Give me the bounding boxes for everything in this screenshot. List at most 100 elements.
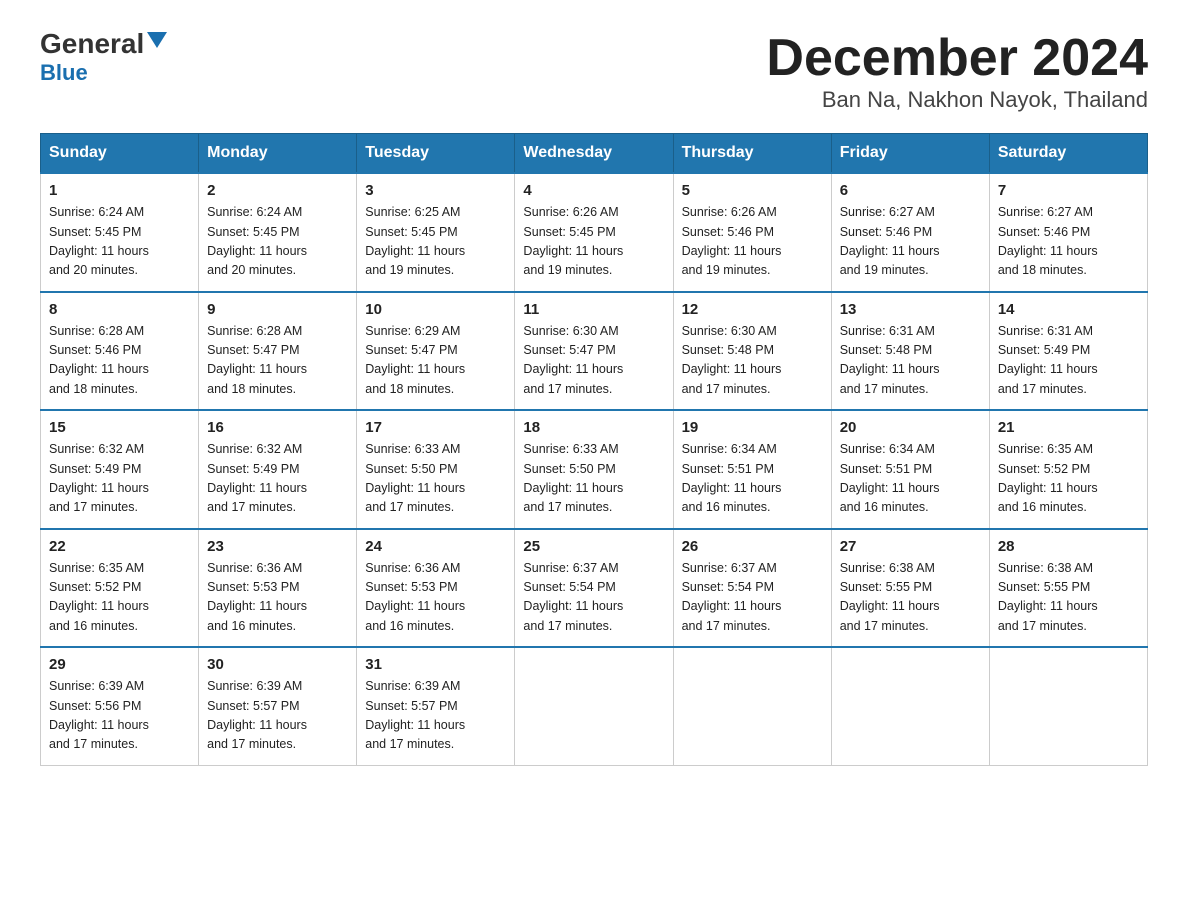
day-number: 26 [682,538,823,555]
page-header: General Blue December 2024 Ban Na, Nakho… [40,30,1148,113]
calendar-cell: 18 Sunrise: 6:33 AMSunset: 5:50 PMDayligh… [515,410,673,529]
day-number: 31 [365,656,506,673]
weekday-header-monday: Monday [199,134,357,174]
week-row-1: 1 Sunrise: 6:24 AMSunset: 5:45 PMDaylight… [41,173,1148,292]
day-number: 19 [682,419,823,436]
logo-general: General [40,30,144,58]
calendar-cell: 21 Sunrise: 6:35 AMSunset: 5:52 PMDayligh… [989,410,1147,529]
day-number: 4 [523,182,664,199]
weekday-header-row: SundayMondayTuesdayWednesdayThursdayFrid… [41,134,1148,174]
calendar-cell: 2Sunrise: 6:24 AMSunset: 5:45 PMDaylight… [199,173,357,292]
day-info: Sunrise: 6:37 AMSunset: 5:54 PMDaylight:… [523,559,664,637]
calendar-cell: 28Sunrise: 6:38 AMSunset: 5:55 PMDayligh… [989,529,1147,648]
day-number: 5 [682,182,823,199]
day-info: Sunrise: 6:34 AMSunset: 5:51 PMDaylight:… [840,440,981,518]
week-row-4: 22Sunrise: 6:35 AMSunset: 5:52 PMDayligh… [41,529,1148,648]
day-number: 27 [840,538,981,555]
day-info: Sunrise: 6:39 AMSunset: 5:57 PMDaylight:… [207,677,348,755]
day-info: Sunrise: 6:27 AMSunset: 5:46 PMDaylight:… [998,203,1139,281]
day-info: Sunrise: 6:30 AMSunset: 5:47 PMDaylight:… [523,322,664,400]
month-title: December 2024 [766,30,1148,87]
day-info: Sunrise: 6:27 AMSunset: 5:46 PMDaylight:… [840,203,981,281]
calendar-cell [673,647,831,765]
calendar-cell: 22Sunrise: 6:35 AMSunset: 5:52 PMDayligh… [41,529,199,648]
calendar-cell: 27 Sunrise: 6:38 AMSunset: 5:55 PMDayligh… [831,529,989,648]
day-number: 14 [998,301,1139,318]
day-info: Sunrise: 6:30 AMSunset: 5:48 PMDaylight:… [682,322,823,400]
logo: General Blue [40,30,167,86]
day-info: Sunrise: 6:34 AMSunset: 5:51 PMDaylight:… [682,440,823,518]
calendar-cell: 26 Sunrise: 6:37 AMSunset: 5:54 PMDayligh… [673,529,831,648]
calendar-cell: 19 Sunrise: 6:34 AMSunset: 5:51 PMDayligh… [673,410,831,529]
day-info: Sunrise: 6:24 AMSunset: 5:45 PMDaylight:… [49,203,190,281]
day-info: Sunrise: 6:33 AMSunset: 5:50 PMDaylight:… [523,440,664,518]
day-info: Sunrise: 6:38 AMSunset: 5:55 PMDaylight:… [840,559,981,637]
day-number: 17 [365,419,506,436]
day-number: 29 [49,656,190,673]
calendar-cell [515,647,673,765]
week-row-3: 15 Sunrise: 6:32 AMSunset: 5:49 PMDayligh… [41,410,1148,529]
day-info: Sunrise: 6:26 AMSunset: 5:46 PMDaylight:… [682,203,823,281]
day-number: 18 [523,419,664,436]
calendar-cell: 17 Sunrise: 6:33 AMSunset: 5:50 PMDayligh… [357,410,515,529]
day-info: Sunrise: 6:31 AMSunset: 5:48 PMDaylight:… [840,322,981,400]
calendar-table: SundayMondayTuesdayWednesdayThursdayFrid… [40,133,1148,766]
calendar-cell: 7 Sunrise: 6:27 AMSunset: 5:46 PMDaylight… [989,173,1147,292]
calendar-cell: 13 Sunrise: 6:31 AMSunset: 5:48 PMDayligh… [831,292,989,411]
weekday-header-saturday: Saturday [989,134,1147,174]
calendar-cell: 16Sunrise: 6:32 AMSunset: 5:49 PMDayligh… [199,410,357,529]
day-number: 11 [523,301,664,318]
day-info: Sunrise: 6:33 AMSunset: 5:50 PMDaylight:… [365,440,506,518]
day-info: Sunrise: 6:25 AMSunset: 5:45 PMDaylight:… [365,203,506,281]
weekday-header-thursday: Thursday [673,134,831,174]
day-info: Sunrise: 6:35 AMSunset: 5:52 PMDaylight:… [49,559,190,637]
day-number: 1 [49,182,190,199]
day-info: Sunrise: 6:35 AMSunset: 5:52 PMDaylight:… [998,440,1139,518]
calendar-cell [831,647,989,765]
calendar-cell: 9 Sunrise: 6:28 AMSunset: 5:47 PMDaylight… [199,292,357,411]
day-number: 21 [998,419,1139,436]
day-number: 6 [840,182,981,199]
day-number: 8 [49,301,190,318]
calendar-cell: 29Sunrise: 6:39 AMSunset: 5:56 PMDayligh… [41,647,199,765]
day-number: 15 [49,419,190,436]
day-number: 9 [207,301,348,318]
calendar-cell: 30 Sunrise: 6:39 AMSunset: 5:57 PMDayligh… [199,647,357,765]
day-info: Sunrise: 6:37 AMSunset: 5:54 PMDaylight:… [682,559,823,637]
day-number: 30 [207,656,348,673]
day-number: 3 [365,182,506,199]
calendar-cell: 5 Sunrise: 6:26 AMSunset: 5:46 PMDaylight… [673,173,831,292]
calendar-cell: 3 Sunrise: 6:25 AMSunset: 5:45 PMDaylight… [357,173,515,292]
day-number: 20 [840,419,981,436]
day-info: Sunrise: 6:31 AMSunset: 5:49 PMDaylight:… [998,322,1139,400]
calendar-cell: 25Sunrise: 6:37 AMSunset: 5:54 PMDayligh… [515,529,673,648]
logo-blue-text: Blue [40,60,88,86]
day-number: 12 [682,301,823,318]
day-number: 23 [207,538,348,555]
calendar-cell: 15 Sunrise: 6:32 AMSunset: 5:49 PMDayligh… [41,410,199,529]
week-row-5: 29Sunrise: 6:39 AMSunset: 5:56 PMDayligh… [41,647,1148,765]
day-info: Sunrise: 6:28 AMSunset: 5:47 PMDaylight:… [207,322,348,400]
location-text: Ban Na, Nakhon Nayok, Thailand [766,87,1148,113]
day-info: Sunrise: 6:38 AMSunset: 5:55 PMDaylight:… [998,559,1139,637]
day-number: 13 [840,301,981,318]
day-info: Sunrise: 6:26 AMSunset: 5:45 PMDaylight:… [523,203,664,281]
day-number: 16 [207,419,348,436]
day-info: Sunrise: 6:32 AMSunset: 5:49 PMDaylight:… [49,440,190,518]
weekday-header-tuesday: Tuesday [357,134,515,174]
calendar-cell [989,647,1147,765]
calendar-cell: 20 Sunrise: 6:34 AMSunset: 5:51 PMDayligh… [831,410,989,529]
day-info: Sunrise: 6:36 AMSunset: 5:53 PMDaylight:… [365,559,506,637]
calendar-cell: 1 Sunrise: 6:24 AMSunset: 5:45 PMDaylight… [41,173,199,292]
week-row-2: 8Sunrise: 6:28 AMSunset: 5:46 PMDaylight… [41,292,1148,411]
weekday-header-sunday: Sunday [41,134,199,174]
calendar-cell: 11 Sunrise: 6:30 AMSunset: 5:47 PMDayligh… [515,292,673,411]
weekday-header-wednesday: Wednesday [515,134,673,174]
day-info: Sunrise: 6:29 AMSunset: 5:47 PMDaylight:… [365,322,506,400]
calendar-cell: 12 Sunrise: 6:30 AMSunset: 5:48 PMDayligh… [673,292,831,411]
day-info: Sunrise: 6:24 AMSunset: 5:45 PMDaylight:… [207,203,348,281]
day-info: Sunrise: 6:39 AMSunset: 5:57 PMDaylight:… [365,677,506,755]
calendar-cell: 4 Sunrise: 6:26 AMSunset: 5:45 PMDaylight… [515,173,673,292]
calendar-cell: 6 Sunrise: 6:27 AMSunset: 5:46 PMDaylight… [831,173,989,292]
day-number: 7 [998,182,1139,199]
